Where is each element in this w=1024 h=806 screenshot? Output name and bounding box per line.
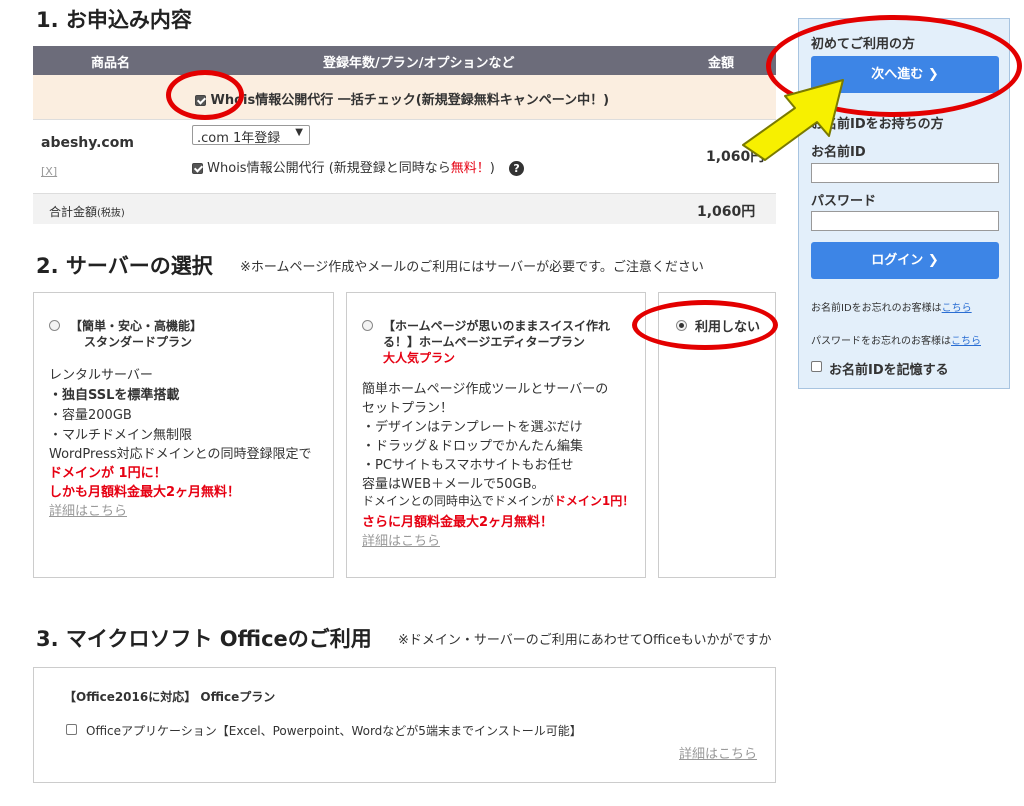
header-product: 商品名 — [91, 56, 131, 71]
standard-details-link[interactable]: 詳細はこちら — [49, 500, 127, 519]
section3-note: ※ドメイン・サーバーのご利用にあわせてOfficeもいかがですか — [398, 633, 772, 648]
login-button[interactable]: ログイン ❯ — [811, 242, 999, 279]
standard-plan-tagline: 【簡単・安心・高機能】 — [70, 319, 203, 333]
standard-line: ・容量200GB — [49, 408, 132, 423]
total-row: 合計金額(税抜) 1,060円 — [33, 193, 776, 224]
editor-promo-1: ドメインとの同時申込でドメインがドメイン1円！ — [362, 494, 635, 508]
no-server-card[interactable]: 利用しない — [658, 292, 776, 578]
annotation-arrow-icon — [742, 79, 844, 161]
standard-line: WordPress対応ドメインとの同時登録限定で — [49, 447, 312, 462]
standard-line: レンタルサーバー — [49, 368, 153, 383]
editor-details-link[interactable]: 詳細はこちら — [362, 530, 440, 549]
section2-title: 2. サーバーの選択 — [36, 254, 213, 278]
editor-line: 簡単ホームページ作成ツールとサーバーの — [362, 382, 609, 397]
editor-plan-name: る！】ホームページエディタープラン — [383, 335, 585, 349]
forgot-id-link[interactable]: こちら — [942, 303, 972, 314]
standard-plan-name: スタンダードプラン — [84, 335, 193, 349]
office-app-label: Officeアプリケーション【Excel、Powerpoint、Wordなどが5… — [86, 724, 582, 738]
forgot-pw-link[interactable]: こちら — [951, 336, 981, 347]
office-plan-card: 【Office2016に対応】 Officeプラン Officeアプリケーション… — [33, 667, 776, 783]
office-details-link[interactable]: 詳細はこちら — [679, 743, 757, 762]
office-app-checkbox[interactable] — [66, 724, 77, 735]
chevron-down-icon: ▼ — [295, 127, 303, 138]
header-plan: 登録年数/プラン/オプションなど — [323, 56, 515, 71]
total-tax-note: (税抜) — [97, 208, 125, 219]
editor-line: ・デザインはテンプレートを選ぶだけ — [362, 420, 583, 435]
standard-promo-2: しかも月額料金最大2ヶ月無料！ — [49, 485, 241, 500]
bulk-whois-label: Whois情報公開代行 一括チェック(新規登録無料キャンペーン中！) — [210, 93, 610, 108]
whois-label: Whois情報公開代行 (新規登録と同時なら無料！) — [207, 161, 495, 176]
editor-line: ・ドラッグ＆ドロップでかんたん編集 — [362, 439, 584, 454]
standard-promo-1: ドメインが 1円に！ — [49, 466, 167, 481]
total-label: 合計金額 — [49, 205, 98, 219]
bulk-whois-checkbox[interactable] — [195, 95, 206, 106]
editor-plan-tagline: 【ホームページが思いのままスイスイ作れ — [383, 319, 611, 333]
remove-item-link[interactable]: [X] — [41, 165, 57, 178]
remember-label: お名前IDを記憶する — [829, 363, 949, 378]
section1-title: 1. お申込み内容 — [36, 8, 192, 32]
no-server-label: 利用しない — [695, 320, 761, 335]
editor-plan-card[interactable]: 【ホームページが思いのままスイスイ作れ る！】ホームページエディタープラン 大人… — [346, 292, 646, 578]
popular-badge: 大人気プラン — [383, 351, 456, 365]
bulk-check-row: Whois情報公開代行 一括チェック(新規登録無料キャンペーン中！) — [33, 75, 776, 120]
editor-plan-radio[interactable] — [362, 320, 373, 331]
section2-note: ※ホームページ作成やメールのご利用にはサーバーが必要です。ご注意ください — [240, 260, 704, 275]
no-server-radio[interactable] — [676, 320, 687, 331]
table-header: 商品名 登録年数/プラン/オプションなど 金額 — [33, 46, 776, 75]
editor-line: ・PCサイトもスマホサイトもお任せ — [362, 458, 574, 473]
chevron-right-icon: ❯ — [927, 67, 939, 82]
standard-line: ・独自SSLを標準搭載 — [49, 388, 180, 403]
password-input[interactable] — [811, 211, 999, 231]
editor-line: 容量はWEB＋メールで50GB。 — [362, 477, 545, 492]
order-table: 商品名 登録年数/プラン/オプションなど 金額 Whois情報公開代行 一括チェ… — [33, 46, 776, 224]
editor-line: セットプラン！ — [362, 401, 454, 416]
forgot-id-text: お名前IDをお忘れのお客様はこちら — [811, 303, 972, 314]
standard-line: ・マルチドメイン無制限 — [49, 428, 193, 443]
help-icon[interactable]: ? — [509, 161, 525, 176]
total-price: 1,060円 — [697, 204, 756, 220]
term-select-value: .com 1年登録 — [197, 131, 281, 146]
standard-plan-card[interactable]: 【簡単・安心・高機能】 スタンダードプラン レンタルサーバー ・独自SSLを標準… — [33, 292, 334, 578]
remember-checkbox[interactable] — [811, 361, 822, 372]
whois-checkbox[interactable] — [192, 163, 203, 174]
item-domain: abeshy.com — [41, 135, 134, 151]
password-label: パスワード — [811, 194, 877, 209]
header-price: 金額 — [708, 56, 735, 71]
office-plan-title: 【Office2016に対応】 Officeプラン — [64, 690, 276, 704]
forgot-pw-text: パスワードをお忘れのお客様はこちら — [811, 336, 981, 347]
term-select[interactable]: .com 1年登録 ▼ — [192, 125, 310, 146]
chevron-right-icon: ❯ — [927, 253, 939, 268]
editor-promo-2: さらに月額料金最大2ヶ月無料！ — [362, 515, 554, 530]
standard-plan-radio[interactable] — [49, 320, 60, 331]
section3-title: 3. マイクロソフト Officeのご利用 — [36, 627, 372, 651]
first-time-heading: 初めてご利用の方 — [811, 37, 916, 52]
